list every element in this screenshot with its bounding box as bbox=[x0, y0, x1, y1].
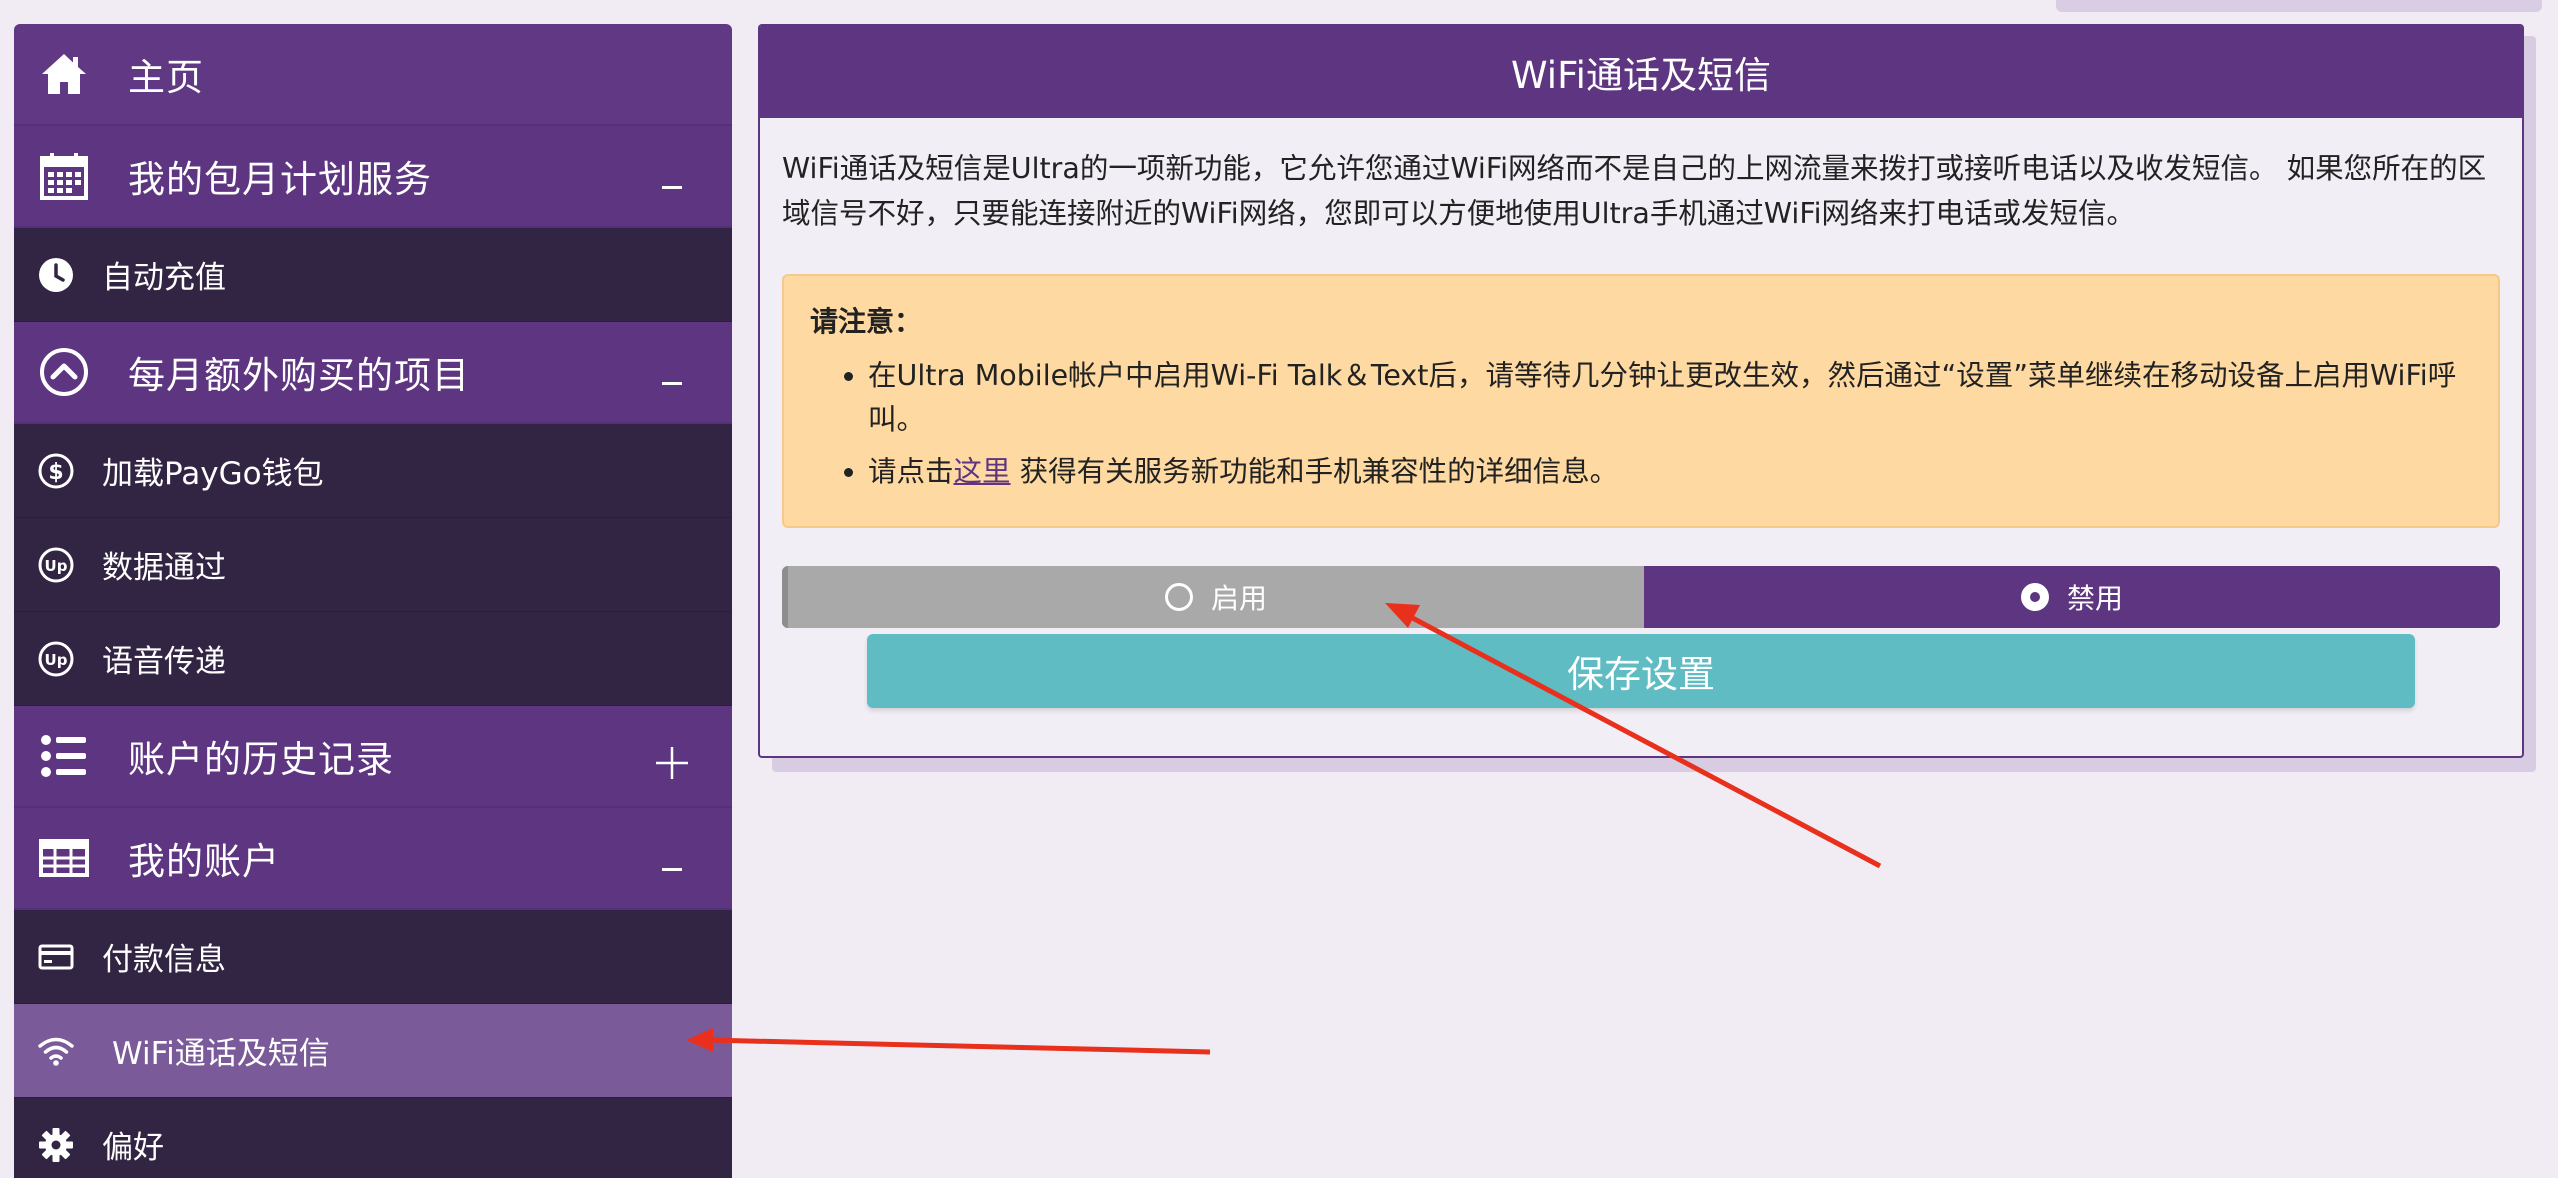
credit-card-icon bbox=[36, 937, 76, 977]
plus-icon bbox=[656, 747, 688, 779]
wifi-toggle-group: 启用 禁用 bbox=[782, 566, 2500, 628]
sidebar-item-label: 付款信息 bbox=[102, 942, 226, 978]
sidebar-item-label: 加载PayGo钱包 bbox=[102, 456, 324, 492]
sidebar-section-label: 我的账户 bbox=[128, 840, 280, 883]
wifi-talk-panel: WiFi通话及短信 WiFi通话及短信是Ultra的一项新功能，它允许您通过Wi… bbox=[758, 24, 2524, 758]
disable-option[interactable]: 禁用 bbox=[1644, 566, 2500, 628]
collapse-toggle[interactable] bbox=[652, 126, 692, 226]
sidebar-item-paygo[interactable]: $ 加载PayGo钱包 bbox=[14, 424, 732, 518]
sidebar-item-label: WiFi通话及短信 bbox=[112, 1036, 330, 1072]
radio-unchecked-icon bbox=[1164, 583, 1193, 611]
notice-item: 请点击这里 获得有关服务新功能和手机兼容性的详细信息。 bbox=[868, 450, 2472, 494]
calendar-icon bbox=[36, 148, 92, 204]
svg-text:Up: Up bbox=[45, 557, 68, 575]
sidebar-section-history[interactable]: 账户的历史记录 bbox=[14, 706, 732, 808]
minus-icon bbox=[662, 867, 682, 871]
radio-checked-icon bbox=[2020, 583, 2049, 611]
table-icon bbox=[36, 830, 92, 886]
sidebar-item-data-pass[interactable]: Up 数据通过 bbox=[14, 518, 732, 612]
list-icon bbox=[36, 728, 92, 784]
sidebar-section-label: 账户的历史记录 bbox=[128, 738, 394, 781]
sidebar-section-monthly-extras[interactable]: 每月额外购买的项目 bbox=[14, 322, 732, 424]
sidebar-section-my-account[interactable]: 我的账户 bbox=[14, 808, 732, 910]
collapse-toggle[interactable] bbox=[652, 322, 692, 422]
sidebar-item-voice-pass[interactable]: Up 语音传递 bbox=[14, 612, 732, 706]
enable-label: 启用 bbox=[1210, 582, 1267, 615]
minus-icon bbox=[662, 185, 682, 189]
clock-icon bbox=[36, 255, 76, 295]
sidebar-section-label: 我的包月计划服务 bbox=[128, 158, 432, 201]
sidebar-item-label: 自动充值 bbox=[102, 260, 226, 296]
up-badge-icon: Up bbox=[36, 545, 76, 585]
sidebar-item-label: 数据通过 bbox=[102, 550, 226, 586]
panel-body: WiFi通话及短信是Ultra的一项新功能，它允许您通过WiFi网络而不是自己的… bbox=[760, 118, 2522, 708]
up-badge-icon: Up bbox=[36, 639, 76, 679]
gear-icon bbox=[36, 1125, 76, 1165]
arrow-to-sidebar-item bbox=[686, 1028, 1211, 1055]
sidebar-section-plan-services[interactable]: 我的包月计划服务 bbox=[14, 126, 732, 228]
sidebar-nav: 主页 我的包月计划服务 自动充值 每月额外购买的项目 $ 加载PayGo钱包 U… bbox=[14, 24, 732, 1178]
sidebar-item-label: 语音传递 bbox=[102, 644, 226, 680]
notice-title: 请注意： bbox=[810, 305, 923, 338]
details-link[interactable]: 这里 bbox=[954, 455, 1011, 488]
svg-text:$: $ bbox=[48, 460, 63, 485]
sidebar-section-label: 每月额外购买的项目 bbox=[128, 354, 470, 397]
collapse-toggle[interactable] bbox=[652, 808, 692, 908]
notice-text: 请点击 bbox=[868, 455, 954, 488]
sidebar-item-preferences[interactable]: 偏好 bbox=[14, 1098, 732, 1178]
disable-label: 禁用 bbox=[2066, 582, 2123, 615]
top-decorative-strip bbox=[2056, 0, 2542, 12]
sidebar-item-auto-recharge[interactable]: 自动充值 bbox=[14, 228, 732, 322]
chevron-up-circle-icon bbox=[36, 344, 92, 400]
expand-toggle[interactable] bbox=[652, 706, 692, 806]
notice-item: 在Ultra Mobile帐户中启用Wi-Fi Talk＆Text后，请等待几分… bbox=[868, 354, 2472, 442]
intro-text: WiFi通话及短信是Ultra的一项新功能，它允许您通过WiFi网络而不是自己的… bbox=[782, 152, 2487, 230]
panel-title: WiFi通话及短信 bbox=[760, 26, 2522, 118]
wifi-icon bbox=[36, 1031, 76, 1071]
svg-text:Up: Up bbox=[45, 651, 68, 669]
notice-text: 获得有关服务新功能和手机兼容性的详细信息。 bbox=[1010, 455, 1619, 488]
notice-list: 在Ultra Mobile帐户中启用Wi-Fi Talk＆Text后，请等待几分… bbox=[810, 354, 2472, 494]
sidebar-item-label: 偏好 bbox=[102, 1130, 164, 1166]
sidebar-item-home[interactable]: 主页 bbox=[14, 24, 732, 126]
sidebar-item-payment-info[interactable]: 付款信息 bbox=[14, 910, 732, 1004]
sidebar-item-label: 主页 bbox=[128, 56, 204, 99]
minus-icon bbox=[662, 381, 682, 385]
home-icon bbox=[36, 46, 92, 102]
notice-box: 请注意： 在Ultra Mobile帐户中启用Wi-Fi Talk＆Text后，… bbox=[782, 274, 2500, 528]
sidebar-item-wifi-talk[interactable]: WiFi通话及短信 bbox=[14, 1004, 732, 1098]
save-settings-button[interactable]: 保存设置 bbox=[867, 634, 2415, 708]
enable-option[interactable]: 启用 bbox=[782, 566, 1644, 628]
dollar-circle-icon: $ bbox=[36, 451, 76, 491]
